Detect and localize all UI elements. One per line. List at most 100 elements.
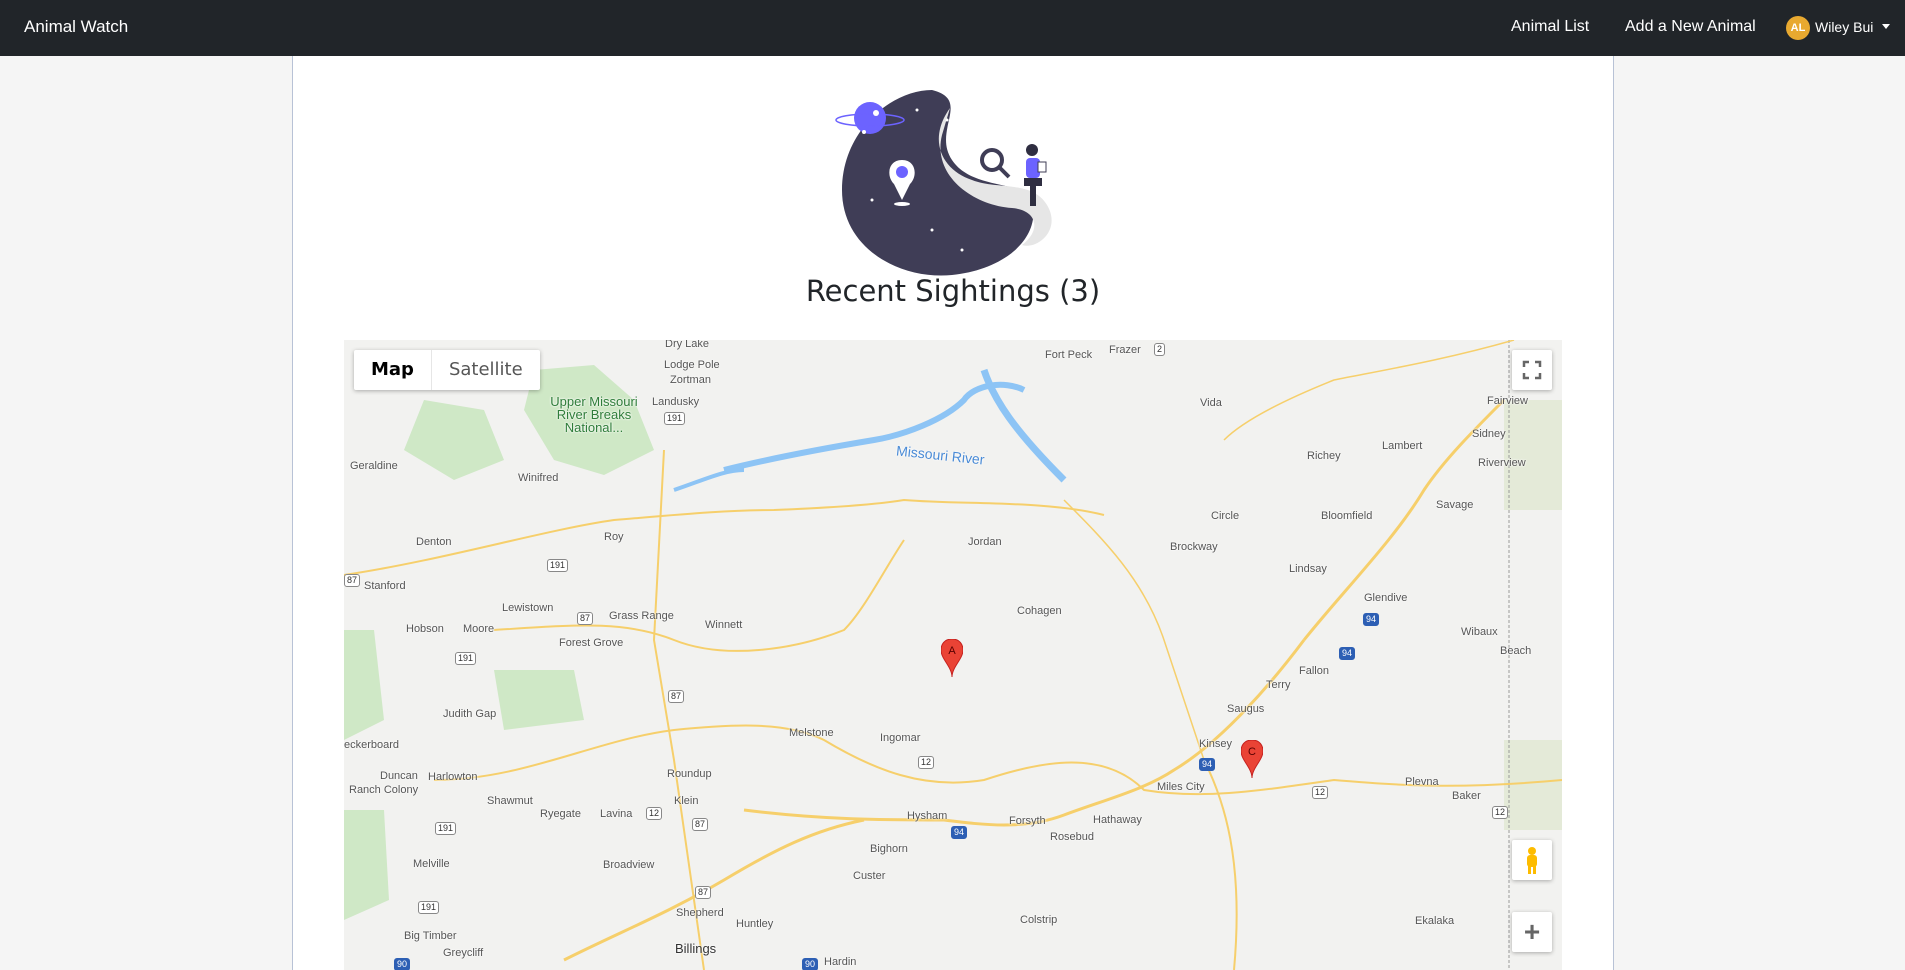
place-label: Denton	[416, 536, 452, 548]
place-label: Hardin	[824, 956, 857, 968]
route-shield: 2	[1154, 343, 1166, 356]
route-shield: 87	[668, 690, 685, 703]
chevron-down-icon	[1882, 24, 1890, 29]
place-label: Stanford	[364, 580, 406, 592]
place-label: Bighorn	[870, 843, 908, 855]
place-label: Hathaway	[1093, 814, 1142, 826]
sightings-map[interactable]: Dry Lake Lodge Pole Zortman Landusky Upp…	[344, 340, 1562, 970]
place-label: Grass Range	[609, 610, 674, 622]
place-label: Judith Gap	[443, 708, 497, 720]
place-label: Glendive	[1364, 592, 1408, 604]
place-label: Richey	[1307, 450, 1341, 462]
place-label: eckerboard	[344, 739, 400, 751]
place-label: Greycliff	[443, 947, 484, 959]
fullscreen-button[interactable]	[1512, 350, 1552, 390]
place-label: Melstone	[789, 727, 834, 739]
place-label: Lodge Pole	[664, 359, 720, 371]
place-label: Fort Peck	[1045, 349, 1093, 361]
zoom-in-button[interactable]: +	[1512, 912, 1552, 952]
route-shield: 94	[1199, 758, 1216, 771]
route-shield: 87	[344, 574, 361, 587]
place-label: Wibaux	[1461, 626, 1498, 638]
brand-link[interactable]: Animal Watch	[24, 17, 128, 37]
route-shield: 12	[646, 807, 663, 820]
place-label: Plevna	[1405, 776, 1439, 788]
place-label: Geraldine	[350, 460, 398, 472]
map-type-map-button[interactable]: Map	[354, 350, 431, 390]
place-label: Baker	[1452, 790, 1481, 802]
route-shield: 12	[1492, 806, 1509, 819]
place-label: Billings	[675, 941, 717, 956]
place-label: Zortman	[670, 374, 711, 386]
place-label: Hysham	[907, 810, 948, 822]
place-label: Klein	[674, 795, 699, 807]
place-label: Vida	[1200, 397, 1222, 409]
place-label: Winnett	[705, 619, 743, 631]
place-label: Brockway	[1170, 541, 1218, 553]
route-shield: 87	[577, 612, 594, 625]
sightings-illustration	[835, 90, 1052, 276]
place-label: Custer	[853, 870, 886, 882]
route-shield: 191	[547, 559, 569, 572]
place-label: Fairview	[1487, 395, 1528, 407]
place-label: Kinsey	[1199, 738, 1233, 750]
route-shield: 12	[918, 756, 935, 769]
place-label: Duncan	[380, 770, 418, 782]
map-type-control: Map Satellite	[354, 350, 540, 390]
park-label: Upper Missouri River Breaks National...	[550, 394, 638, 435]
place-label: Moore	[463, 623, 495, 635]
place-label: Cohagen	[1017, 605, 1062, 617]
place-label: Saugus	[1227, 703, 1265, 715]
page-title: Recent Sightings (3)	[805, 274, 1101, 308]
place-label: Shepherd	[676, 907, 724, 919]
street-view-button[interactable]	[1512, 840, 1552, 880]
place-label: Forest Grove	[559, 637, 624, 649]
place-label: Rosebud	[1050, 831, 1095, 843]
nav-add-animal-link[interactable]: Add a New Animal	[1625, 18, 1756, 36]
pegman-icon	[1527, 847, 1537, 874]
route-shield: 90	[394, 958, 411, 970]
place-label: Lavina	[600, 808, 633, 820]
place-label: Lambert	[1382, 440, 1423, 452]
avatar: AL	[1786, 16, 1810, 40]
place-label: Forsyth	[1009, 815, 1046, 827]
place-label: Frazer	[1109, 344, 1141, 356]
place-label: Miles City	[1157, 781, 1205, 793]
place-label: Fallon	[1299, 665, 1329, 677]
place-label: Ingomar	[880, 732, 921, 744]
main-container: Recent Sightings (3) Dry Lake Lodge Pole…	[292, 56, 1614, 970]
fullscreen-icon	[1522, 360, 1542, 380]
route-shield: 191	[418, 901, 440, 914]
place-label: Dry Lake	[665, 340, 710, 350]
route-shield: 191	[435, 822, 457, 835]
route-shield: 94	[951, 826, 968, 839]
nav-animal-list-link[interactable]: Animal List	[1511, 18, 1589, 36]
marker-label: C	[1248, 746, 1256, 758]
place-label: Roy	[604, 531, 624, 543]
route-shield: 191	[664, 412, 686, 425]
place-label: Sidney	[1472, 428, 1506, 440]
route-shield: 87	[692, 818, 709, 831]
place-label: Ekalaka	[1415, 915, 1455, 927]
place-label: Ranch Colony	[349, 784, 419, 796]
route-shield: 94	[1339, 647, 1356, 660]
marker-label: A	[948, 645, 956, 657]
place-label: Shawmut	[487, 795, 533, 807]
route-shield: 191	[455, 652, 477, 665]
place-label: Roundup	[667, 768, 712, 780]
route-shield: 90	[802, 958, 819, 970]
place-label: Huntley	[736, 918, 774, 930]
map-type-satellite-button[interactable]: Satellite	[430, 350, 540, 390]
place-label: Jordan	[968, 536, 1002, 548]
route-shield: 12	[1312, 786, 1329, 799]
place-label: Hobson	[406, 623, 444, 635]
sighting-marker-c[interactable]: C	[1240, 739, 1264, 779]
place-label: Savage	[1436, 499, 1474, 511]
place-label: Beach	[1500, 645, 1532, 657]
sighting-marker-a[interactable]: A	[940, 638, 964, 678]
route-shield: 94	[1363, 613, 1380, 626]
place-label: Melville	[413, 858, 450, 870]
place-label: Harlowton	[428, 771, 478, 783]
place-label: Big Timber	[404, 930, 457, 942]
place-label: Colstrip	[1020, 914, 1058, 926]
